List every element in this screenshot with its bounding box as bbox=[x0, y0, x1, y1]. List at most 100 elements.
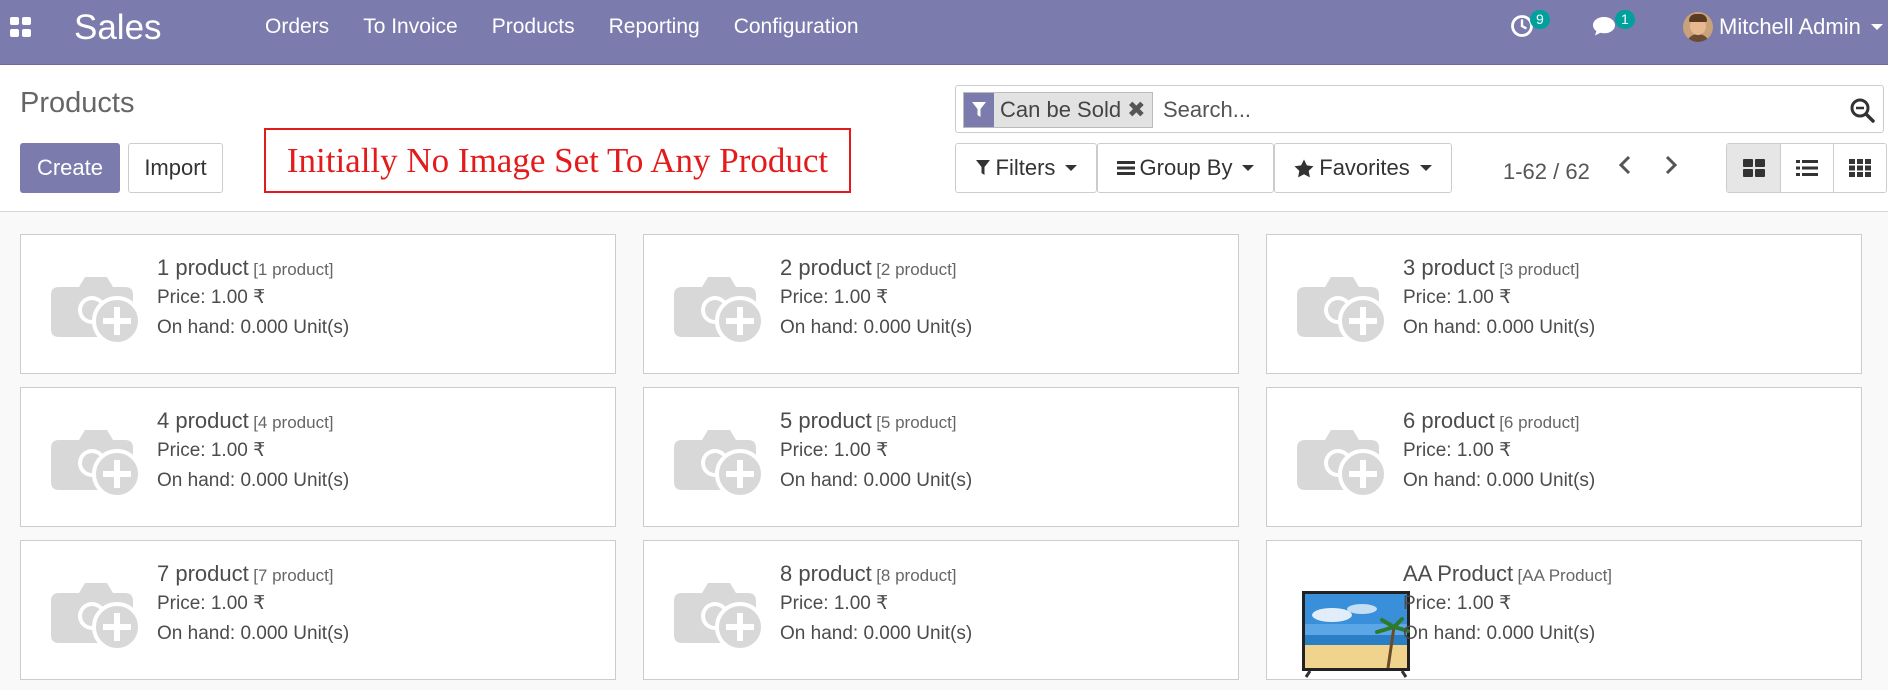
product-name: 6 product bbox=[1403, 408, 1495, 433]
menu-products[interactable]: Products bbox=[475, 0, 592, 52]
product-info: 8 product [8 product] Price: 1.00 ₹ On han… bbox=[780, 561, 972, 645]
product-image[interactable] bbox=[41, 414, 151, 504]
product-image[interactable] bbox=[1287, 414, 1397, 504]
chat-icon bbox=[1593, 17, 1615, 36]
camera-plus-icon bbox=[1297, 277, 1387, 345]
product-price: Price: 1.00 ₹ bbox=[780, 287, 889, 308]
kanban-view-button[interactable] bbox=[1727, 144, 1780, 192]
filters-label: Filters bbox=[995, 155, 1056, 180]
product-card[interactable]: AA Product [AA Product] Price: 1.00 ₹ On h… bbox=[1266, 540, 1862, 680]
product-card[interactable]: 1 product [1 product] Price: 1.00 ₹ On han… bbox=[20, 234, 616, 374]
filters-button[interactable]: Filters bbox=[955, 143, 1097, 193]
product-card[interactable]: 8 product [8 product] Price: 1.00 ₹ On han… bbox=[643, 540, 1239, 680]
groupby-button[interactable]: Group By bbox=[1097, 143, 1274, 193]
kanban-view: 1 product [1 product] Price: 1.00 ₹ On han… bbox=[0, 213, 1888, 690]
product-onhand: On hand: 0.000 Unit(s) bbox=[780, 317, 973, 338]
facet-value: Can be Sold bbox=[1000, 97, 1122, 122]
product-onhand: On hand: 0.000 Unit(s) bbox=[157, 623, 350, 644]
product-onhand: On hand: 0.000 Unit(s) bbox=[157, 317, 350, 338]
import-button[interactable]: Import bbox=[128, 143, 223, 193]
product-ref: [4 product] bbox=[253, 413, 334, 432]
star-icon bbox=[1294, 159, 1314, 178]
search-bar: Can be Sold ✖ bbox=[955, 85, 1884, 133]
product-price: Price: 1.00 ₹ bbox=[157, 440, 266, 461]
bars-icon bbox=[1116, 160, 1135, 176]
product-info: 6 product [6 product] Price: 1.00 ₹ On han… bbox=[1403, 408, 1595, 492]
chevron-left-icon[interactable] bbox=[1616, 154, 1634, 176]
product-ref: [5 product] bbox=[876, 413, 957, 432]
search-input[interactable] bbox=[1163, 92, 1803, 128]
camera-plus-icon bbox=[674, 277, 764, 345]
product-info: 7 product [7 product] Price: 1.00 ₹ On han… bbox=[157, 561, 349, 645]
product-ref: [6 product] bbox=[1499, 413, 1580, 432]
product-info: 1 product [1 product] Price: 1.00 ₹ On han… bbox=[157, 255, 349, 339]
groupby-label: Group By bbox=[1139, 155, 1233, 180]
menu-reporting[interactable]: Reporting bbox=[592, 0, 717, 52]
product-name: AA Product bbox=[1403, 561, 1514, 586]
product-price: Price: 1.00 ₹ bbox=[1403, 593, 1512, 614]
product-name: 5 product bbox=[780, 408, 872, 433]
list-view-button[interactable] bbox=[1780, 144, 1833, 192]
filter-icon bbox=[964, 93, 994, 127]
product-card[interactable]: 7 product [7 product] Price: 1.00 ₹ On han… bbox=[20, 540, 616, 680]
product-ref: [AA Product] bbox=[1517, 566, 1613, 585]
create-button[interactable]: Create bbox=[20, 143, 120, 193]
product-price: Price: 1.00 ₹ bbox=[157, 593, 266, 614]
product-image[interactable] bbox=[664, 567, 774, 657]
product-image[interactable] bbox=[664, 414, 774, 504]
product-name: 7 product bbox=[157, 561, 249, 586]
chevron-down-icon bbox=[1419, 165, 1432, 171]
product-price: Price: 1.00 ₹ bbox=[1403, 287, 1512, 308]
annotation-callout: Initially No Image Set To Any Product bbox=[264, 128, 851, 193]
product-card[interactable]: 6 product [6 product] Price: 1.00 ₹ On han… bbox=[1266, 387, 1862, 527]
kanban-icon bbox=[1742, 159, 1765, 177]
page-title: Products bbox=[20, 87, 135, 119]
activity-badge: 9 bbox=[1530, 10, 1550, 29]
menu-orders[interactable]: Orders bbox=[248, 0, 346, 52]
pager-value[interactable]: 1-62 / 62 bbox=[1503, 159, 1590, 185]
user-menu[interactable]: Mitchell Admin bbox=[1683, 12, 1883, 42]
tv-product-image bbox=[1302, 591, 1410, 678]
avatar bbox=[1683, 12, 1713, 42]
camera-plus-icon bbox=[51, 583, 141, 651]
facet-remove-icon[interactable]: ✖ bbox=[1127, 93, 1151, 127]
product-name: 8 product bbox=[780, 561, 872, 586]
product-image[interactable] bbox=[41, 261, 151, 351]
menu-configuration[interactable]: Configuration bbox=[717, 0, 876, 52]
favorites-button[interactable]: Favorites bbox=[1274, 143, 1452, 193]
user-name: Mitchell Admin bbox=[1719, 14, 1861, 39]
chevron-down-icon bbox=[1242, 165, 1255, 171]
product-card[interactable]: 3 product [3 product] Price: 1.00 ₹ On han… bbox=[1266, 234, 1862, 374]
camera-plus-icon bbox=[1297, 430, 1387, 498]
menu-to-invoice[interactable]: To Invoice bbox=[346, 0, 475, 52]
product-card[interactable]: 2 product [2 product] Price: 1.00 ₹ On han… bbox=[643, 234, 1239, 374]
product-info: 3 product [3 product] Price: 1.00 ₹ On han… bbox=[1403, 255, 1595, 339]
product-price: Price: 1.00 ₹ bbox=[1403, 440, 1512, 461]
product-card[interactable]: 4 product [4 product] Price: 1.00 ₹ On han… bbox=[20, 387, 616, 527]
product-image[interactable] bbox=[1287, 261, 1397, 351]
product-info: 5 product [5 product] Price: 1.00 ₹ On han… bbox=[780, 408, 972, 492]
product-ref: [7 product] bbox=[253, 566, 334, 585]
product-name: 2 product bbox=[780, 255, 872, 280]
product-image[interactable] bbox=[664, 261, 774, 351]
pivot-view-button[interactable] bbox=[1833, 144, 1886, 192]
product-ref: [1 product] bbox=[253, 260, 334, 279]
chevron-right-icon[interactable] bbox=[1662, 154, 1680, 176]
product-image[interactable] bbox=[41, 567, 151, 657]
product-onhand: On hand: 0.000 Unit(s) bbox=[1403, 470, 1596, 491]
filter-icon bbox=[975, 159, 991, 177]
product-image[interactable] bbox=[1287, 567, 1410, 678]
search-icon[interactable] bbox=[1849, 97, 1875, 123]
apps-menu-icon[interactable] bbox=[10, 17, 32, 37]
product-card[interactable]: 5 product [5 product] Price: 1.00 ₹ On han… bbox=[643, 387, 1239, 527]
product-ref: [3 product] bbox=[1499, 260, 1580, 279]
product-ref: [8 product] bbox=[876, 566, 957, 585]
chevron-down-icon bbox=[1870, 24, 1883, 30]
product-onhand: On hand: 0.000 Unit(s) bbox=[780, 470, 973, 491]
grid-icon bbox=[1849, 159, 1871, 177]
product-onhand: On hand: 0.000 Unit(s) bbox=[157, 470, 350, 491]
product-name: 3 product bbox=[1403, 255, 1495, 280]
messages-badge: 1 bbox=[1615, 10, 1635, 29]
camera-plus-icon bbox=[51, 277, 141, 345]
product-price: Price: 1.00 ₹ bbox=[780, 440, 889, 461]
